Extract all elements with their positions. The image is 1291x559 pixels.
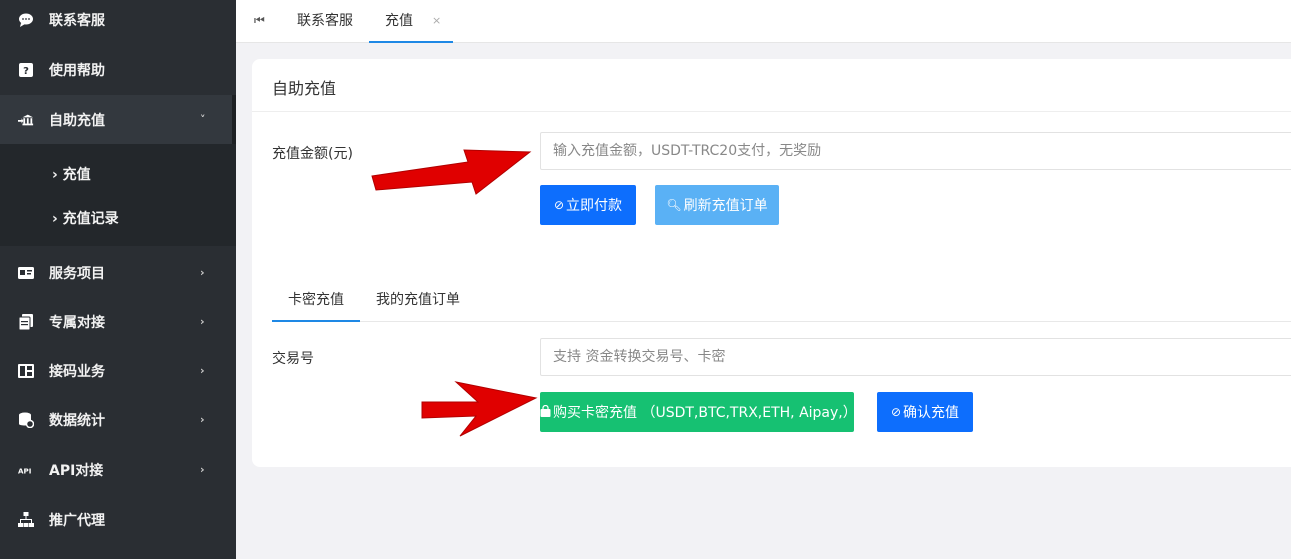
sitemap-icon xyxy=(18,511,34,528)
recharge-card: 自助充值 充值金额(元) ⊘ 立即付款 🔍︎ 刷新充值订单 卡密充值 我的充值订… xyxy=(252,59,1291,467)
pay-now-button[interactable]: ⊘ 立即付款 xyxy=(540,185,636,225)
sidebar-item-label: 联系客服 xyxy=(49,12,105,29)
sidebar-item-dedicated[interactable]: 专属对接 › xyxy=(0,297,236,346)
sidebar-item-label: 使用帮助 xyxy=(49,62,105,79)
sidebar-item-label: 自助充值 xyxy=(49,112,105,129)
chevron-right-icon: › xyxy=(200,266,205,279)
chevron-right-icon: › xyxy=(52,211,63,227)
red-arrow-annotation xyxy=(421,381,538,437)
check-circle-icon: ⊘ xyxy=(890,405,902,419)
tab-card-recharge[interactable]: 卡密充值 xyxy=(272,279,360,322)
tab-bar: ⏮ 联系客服 充值 × xyxy=(236,0,1291,43)
tab-label: 充值 xyxy=(385,13,413,29)
sidebar-subitem-label: 充值记录 xyxy=(62,211,119,227)
chat-icon xyxy=(18,12,34,28)
sidebar: 联系客服 ? 使用帮助 自助充值 ˅ › 充值 › 充值记录 服务项目 › 专属… xyxy=(0,0,236,559)
skip-back-icon[interactable]: ⏮ xyxy=(254,13,265,28)
button-label: 立即付款 xyxy=(566,198,623,214)
sidebar-item-api[interactable]: API API对接 › xyxy=(0,445,236,494)
check-circle-icon: ⊘ xyxy=(553,198,565,212)
sidebar-item-label: 服务项目 xyxy=(49,265,105,282)
page-title: 自助充值 xyxy=(272,79,337,98)
sidebar-item-label: 数据统计 xyxy=(49,412,105,429)
tab-contact[interactable]: 联系客服 xyxy=(297,0,353,43)
tab-label: 卡密充值 xyxy=(288,292,344,308)
sidebar-submenu: › 充值 › 充值记录 xyxy=(0,144,236,246)
sidebar-item-label: 专属对接 xyxy=(49,314,105,331)
chevron-down-icon: ˅ xyxy=(200,113,206,126)
help-icon: ? xyxy=(18,62,34,78)
sidebar-subitem-records[interactable]: › 充值记录 xyxy=(0,196,236,240)
chevron-right-icon: › xyxy=(200,463,205,476)
bank-icon xyxy=(18,112,34,128)
card-icon xyxy=(18,265,34,281)
sidebar-subitem-label: 充值 xyxy=(62,167,91,183)
divider xyxy=(252,111,1291,112)
chevron-right-icon: › xyxy=(200,315,205,328)
sidebar-item-label: API对接 xyxy=(49,462,104,479)
tab-label: 联系客服 xyxy=(297,13,353,29)
sidebar-item-services[interactable]: 服务项目 › xyxy=(0,248,236,297)
sidebar-item-stats[interactable]: 数据统计 › xyxy=(0,395,236,444)
red-arrow-annotation xyxy=(371,149,532,195)
sidebar-item-recharge[interactable]: 自助充值 ˅ xyxy=(0,95,236,144)
sidebar-item-sms[interactable]: 接码业务 › xyxy=(0,346,236,395)
sidebar-item-help[interactable]: ? 使用帮助 xyxy=(0,45,236,94)
sim-icon xyxy=(18,363,34,379)
docs-icon xyxy=(18,313,34,330)
button-label: 购买卡密充值 （USDT,BTC,TRX,ETH, Aipay,） xyxy=(553,405,857,421)
txn-input[interactable] xyxy=(540,338,1291,376)
sidebar-item-label: 推广代理 xyxy=(49,512,105,529)
sidebar-item-label: 接码业务 xyxy=(49,363,105,380)
tab-label: 我的充值订单 xyxy=(376,292,460,308)
button-label: 确认充值 xyxy=(903,405,960,421)
button-label: 刷新充值订单 xyxy=(683,198,768,214)
sidebar-item-agent[interactable]: 推广代理 xyxy=(0,495,236,544)
amount-label: 充值金额(元) xyxy=(272,146,353,162)
amount-input[interactable] xyxy=(540,132,1291,170)
chevron-right-icon: › xyxy=(200,364,205,377)
recharge-tabs: 卡密充值 我的充值订单 xyxy=(272,279,1291,322)
svg-text:?: ? xyxy=(23,66,29,77)
sidebar-subitem-recharge[interactable]: › 充值 xyxy=(0,152,236,196)
search-icon: 🔍︎ xyxy=(666,198,682,212)
chevron-right-icon: › xyxy=(200,413,205,426)
tab-my-orders[interactable]: 我的充值订单 xyxy=(376,279,460,322)
api-icon: API xyxy=(18,462,34,478)
buy-card-button[interactable]: 购买卡密充值 （USDT,BTC,TRX,ETH, Aipay,） xyxy=(540,392,857,432)
sidebar-item-contact[interactable]: 联系客服 xyxy=(0,0,236,44)
database-icon xyxy=(18,412,34,428)
close-icon[interactable]: × xyxy=(432,14,441,27)
confirm-recharge-button[interactable]: ⊘ 确认充值 xyxy=(877,392,973,432)
chevron-right-icon: › xyxy=(52,167,63,183)
txn-label: 交易号 xyxy=(272,351,314,367)
refresh-orders-button[interactable]: 🔍︎ 刷新充值订单 xyxy=(655,185,779,225)
svg-text:API: API xyxy=(18,466,31,474)
